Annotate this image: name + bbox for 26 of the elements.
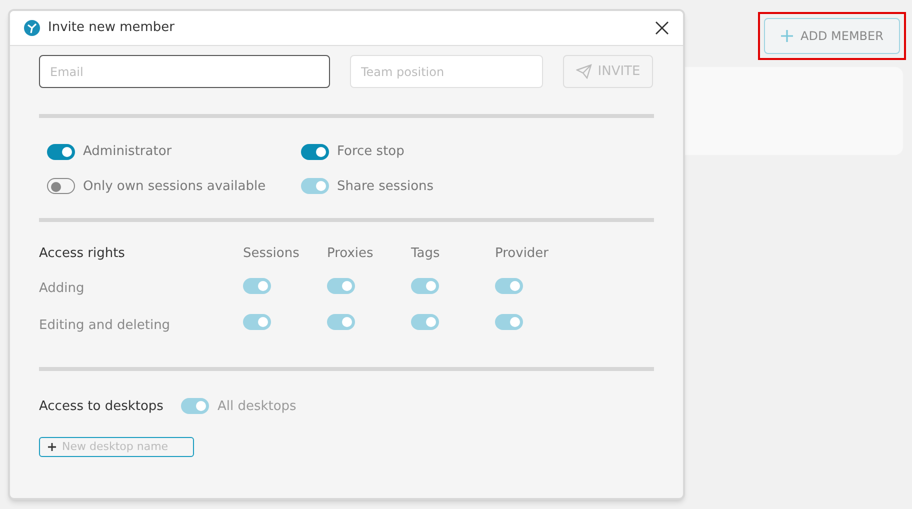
- option-label: Share sessions: [337, 178, 434, 196]
- row-label: Adding: [39, 280, 86, 298]
- plus-icon: [48, 443, 56, 451]
- dialog-title: Invite new member: [48, 19, 175, 38]
- logo-icon: [24, 20, 40, 36]
- option-label: Only own sessions available: [83, 178, 266, 196]
- paper-plane-icon: [576, 64, 592, 79]
- section-label: Access rights: [39, 245, 126, 263]
- add-member-button[interactable]: ADD MEMBER: [764, 18, 900, 54]
- column-header: Proxies: [327, 245, 374, 263]
- option-label: Force stop: [337, 143, 404, 161]
- team-position-field[interactable]: Team position: [350, 55, 543, 88]
- column-header: Sessions: [243, 245, 300, 263]
- toggle-switch[interactable]: [47, 178, 75, 194]
- section-label: Access to desktops: [39, 398, 164, 416]
- toggle-switch[interactable]: [47, 144, 75, 160]
- option-label: Administrator: [83, 143, 172, 161]
- option-label: All desktops: [217, 398, 296, 416]
- plus-icon: [780, 30, 793, 42]
- email-field[interactable]: Email: [39, 55, 330, 88]
- close-icon[interactable]: [655, 21, 669, 35]
- new-desktop-field[interactable]: New desktop name: [39, 437, 194, 457]
- column-header: Provider: [495, 245, 550, 263]
- row-label: Editing and deleting: [39, 316, 172, 334]
- column-header: Tags: [411, 245, 441, 263]
- toggle-switch[interactable]: [301, 144, 329, 160]
